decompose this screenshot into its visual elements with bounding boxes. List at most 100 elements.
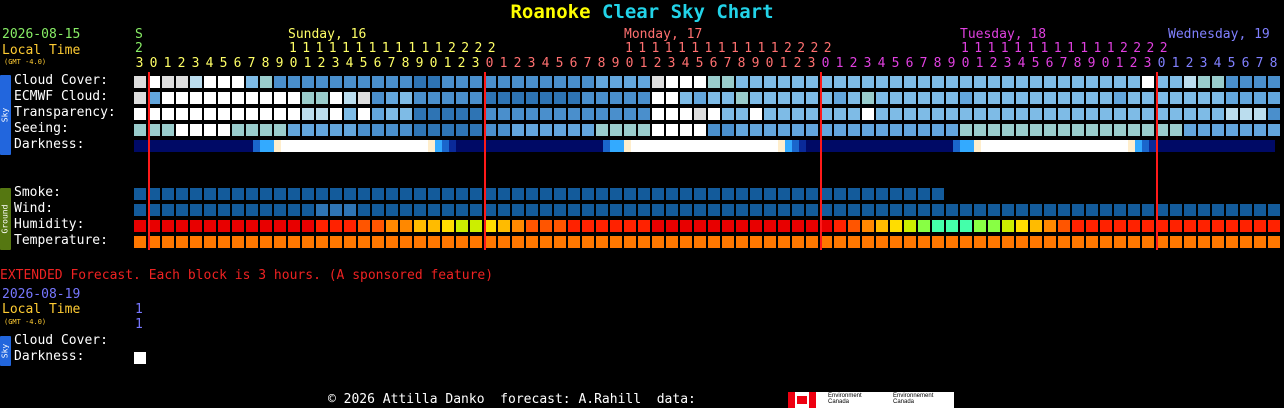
darkness-block xyxy=(526,140,533,152)
hour-digit: 5 xyxy=(1031,56,1040,71)
darkness-block xyxy=(141,140,148,152)
transparency-block xyxy=(582,108,594,120)
wind-block xyxy=(1030,204,1042,216)
temperature-block xyxy=(414,236,426,248)
cloud-cover-block xyxy=(806,76,818,88)
day-label-tuesday: Tuesday, 18 xyxy=(960,27,1047,42)
humidity-block xyxy=(456,220,468,232)
temperature-block xyxy=(344,236,356,248)
transparency-block xyxy=(190,108,202,120)
hour-digit: 0 xyxy=(765,56,774,71)
darkness-block xyxy=(155,140,162,152)
darkness-block xyxy=(302,140,309,152)
wind-block xyxy=(960,204,972,216)
transparency-block xyxy=(1142,108,1154,120)
temperature-block xyxy=(358,236,370,248)
humidity-block xyxy=(932,220,944,232)
footer-credits: © 2026 Attilla Danko forecast: A.Rahill … xyxy=(328,392,696,407)
wind-block xyxy=(1212,204,1224,216)
darkness-block xyxy=(932,140,939,152)
darkness-block xyxy=(477,140,484,152)
smoke-block xyxy=(218,188,230,200)
ecmwf-cloud-block xyxy=(708,92,720,104)
temperature-block xyxy=(1114,236,1126,248)
wind-block xyxy=(470,204,482,216)
transparency-block xyxy=(1044,108,1056,120)
darkness-block xyxy=(918,140,925,152)
transparency-block xyxy=(848,108,860,120)
transparency-block xyxy=(918,108,930,120)
ecmwf-cloud-block xyxy=(1226,92,1238,104)
row-label-cloud-cover: Cloud Cover: xyxy=(14,73,108,88)
temperature-block xyxy=(1058,236,1070,248)
ecmwf-cloud-block xyxy=(1268,92,1280,104)
hour-digit: 5 xyxy=(359,56,368,71)
seeing-block xyxy=(372,124,384,136)
darkness-block xyxy=(813,140,820,152)
seeing-block xyxy=(400,124,412,136)
darkness-block xyxy=(610,140,617,152)
humidity-block xyxy=(1198,220,1210,232)
forecast-date: 2026-08-15 xyxy=(2,27,81,42)
wind-block xyxy=(232,204,244,216)
wind-block xyxy=(1198,204,1210,216)
environment-canada-logo[interactable]: Environment Canada Environnement Canada xyxy=(788,392,954,408)
humidity-block xyxy=(498,220,510,232)
extended-date: 2026-08-19 xyxy=(2,287,81,302)
wind-block xyxy=(722,204,734,216)
ground-section-tab[interactable]: Ground xyxy=(0,188,11,250)
smoke-block xyxy=(358,188,370,200)
transparency-block xyxy=(302,108,314,120)
sky-section-tab[interactable]: Sky xyxy=(0,75,11,155)
wind-block xyxy=(736,204,748,216)
darkness-block xyxy=(799,140,806,152)
seeing-block xyxy=(540,124,552,136)
hour-digit: 8 xyxy=(597,56,606,71)
darkness-block xyxy=(1226,140,1233,152)
cloud-cover-block xyxy=(624,76,636,88)
darkness-block xyxy=(715,140,722,152)
seeing-block xyxy=(666,124,678,136)
hour-digit: 5 xyxy=(1227,56,1236,71)
darkness-block xyxy=(463,140,470,152)
humidity-block xyxy=(1128,220,1140,232)
darkness-block xyxy=(862,140,869,152)
darkness-block xyxy=(442,140,449,152)
cloud-cover-block xyxy=(1058,76,1070,88)
ecmwf-cloud-block xyxy=(750,92,762,104)
smoke-block xyxy=(302,188,314,200)
ecmwf-cloud-block xyxy=(1002,92,1014,104)
cloud-cover-block xyxy=(400,76,412,88)
humidity-block xyxy=(162,220,174,232)
ecmwf-cloud-block xyxy=(1030,92,1042,104)
humidity-block xyxy=(386,220,398,232)
darkness-block xyxy=(925,140,932,152)
darkness-block xyxy=(967,140,974,152)
temperature-block xyxy=(946,236,958,248)
ecmwf-cloud-block xyxy=(232,92,244,104)
transparency-block xyxy=(890,108,902,120)
cloud-cover-block xyxy=(974,76,986,88)
extended-gmt-offset: (GMT -4.0) xyxy=(4,318,47,326)
humidity-block xyxy=(540,220,552,232)
darkness-block xyxy=(834,140,841,152)
wind-block xyxy=(1268,204,1280,216)
seeing-block xyxy=(750,124,762,136)
cloud-cover-block xyxy=(316,76,328,88)
seeing-block xyxy=(568,124,580,136)
seeing-block xyxy=(274,124,286,136)
hour-digit: 3 xyxy=(667,56,676,71)
temperature-block xyxy=(1016,236,1028,248)
extended-sky-tab[interactable]: Sky xyxy=(0,336,11,366)
humidity-block xyxy=(680,220,692,232)
hour-digit: 4 xyxy=(1213,56,1222,71)
humidity-block xyxy=(834,220,846,232)
seeing-block xyxy=(470,124,482,136)
cloud-cover-block xyxy=(764,76,776,88)
smoke-block xyxy=(470,188,482,200)
cloud-cover-block xyxy=(1016,76,1028,88)
transparency-block xyxy=(456,108,468,120)
seeing-block xyxy=(946,124,958,136)
humidity-block xyxy=(750,220,762,232)
temperature-block xyxy=(400,236,412,248)
